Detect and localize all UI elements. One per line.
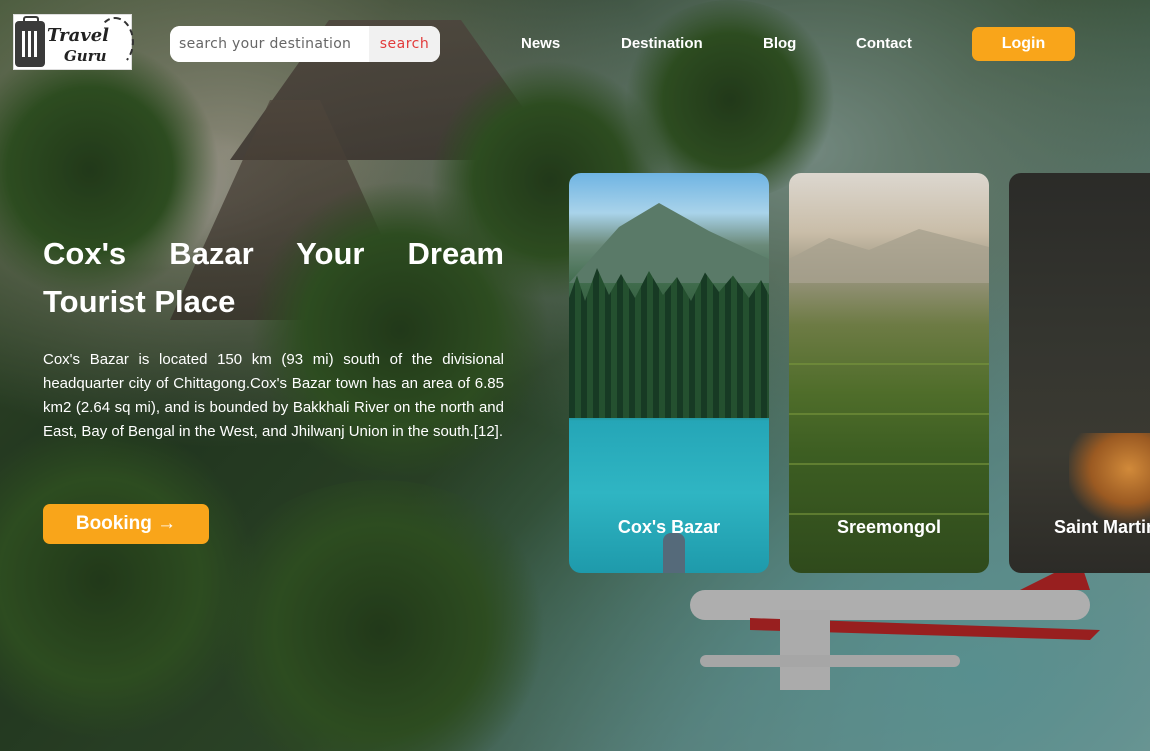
nav-blog[interactable]: Blog <box>763 35 796 52</box>
destination-card-sreemongol[interactable]: Sreemongol <box>789 173 989 573</box>
login-button[interactable]: Login <box>972 27 1075 61</box>
nav-news[interactable]: News <box>521 35 560 52</box>
booking-button[interactable]: Booking → <box>43 504 209 544</box>
logo-text-line1: Travel <box>47 25 109 46</box>
hero-title-line1: Cox's Bazar Your Dream <box>43 236 504 271</box>
destination-card-label: Sreemongol <box>836 517 942 537</box>
logo-text-line2: Guru <box>64 47 107 65</box>
hero-title: Cox's Bazar Your Dream Tourist Place <box>43 230 504 326</box>
luggage-icon <box>15 16 45 67</box>
search-input[interactable] <box>170 26 369 62</box>
hero-title-line2: Tourist Place <box>43 284 236 319</box>
site-logo[interactable]: Travel Guru <box>13 14 134 70</box>
destination-card-coxs-bazar[interactable]: Cox's Bazar <box>569 173 769 573</box>
top-navbar: Travel Guru search News Destination Blog… <box>0 0 1150 90</box>
nav-contact[interactable]: Contact <box>856 35 912 52</box>
destination-card-label: Saint Martin <box>1054 517 1150 537</box>
nav-destination[interactable]: Destination <box>621 35 703 52</box>
search-button[interactable]: search <box>369 26 440 62</box>
hero-section: Cox's Bazar Your Dream Tourist Place Cox… <box>43 230 504 444</box>
hero-description: Cox's Bazar is located 150 km (93 mi) so… <box>43 351 504 440</box>
search-bar: search <box>170 26 440 62</box>
destination-card-label: Cox's Bazar <box>617 517 721 537</box>
destination-card-saint-martin[interactable]: Saint Martin <box>1009 173 1150 573</box>
